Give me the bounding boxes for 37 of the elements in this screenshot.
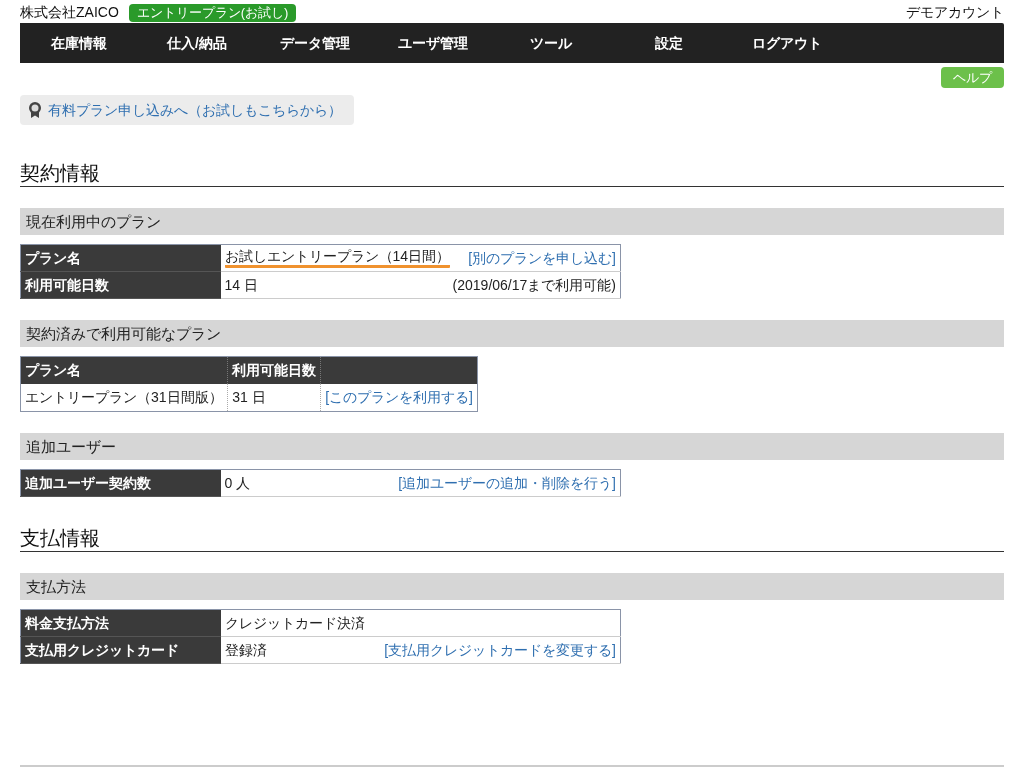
nav-item[interactable]: ログアウト: [728, 32, 846, 54]
row-value: クレジットカード決済: [224, 613, 365, 633]
action-link[interactable]: [支払用クレジットカードを変更する]: [384, 639, 616, 661]
row-label: 料金支払方法: [20, 609, 221, 637]
column-header: 利用可能日数: [227, 356, 321, 384]
account-name: デモアカウント: [906, 3, 1004, 22]
row-label: 支払用クレジットカード: [20, 636, 221, 664]
row-value: 0 人: [224, 473, 251, 493]
action-link[interactable]: [別のプランを申し込む]: [468, 247, 616, 269]
column-header: プラン名: [20, 356, 228, 384]
nav-item[interactable]: 設定: [610, 32, 728, 54]
nav-item[interactable]: データ管理: [256, 32, 374, 54]
table-cell: 31 日: [227, 383, 321, 412]
row-label: 追加ユーザー契約数: [20, 469, 221, 497]
nav-item[interactable]: 在庫情報: [20, 32, 138, 54]
action-link[interactable]: [追加ユーザーの追加・削除を行う]: [398, 472, 616, 494]
subsection-bar: 追加ユーザー: [20, 433, 1004, 460]
upgrade-link[interactable]: 有料プラン申し込みへ（お試しもこちらから）: [20, 95, 354, 125]
section-heading: 契約情報: [20, 160, 1004, 187]
row-value: お試しエントリープラン（14日間）: [224, 248, 451, 268]
subsection-bar: 契約済みで利用可能なプラン: [20, 320, 1004, 347]
row-label: 利用可能日数: [20, 271, 221, 299]
nav-item[interactable]: 仕入/納品: [138, 32, 256, 54]
action-link[interactable]: [このプランを利用する]: [325, 388, 473, 405]
row-value: 14 日: [224, 275, 258, 295]
availability-note: (2019/06/17まで利用可能): [452, 275, 616, 295]
nav-item[interactable]: ツール: [492, 32, 610, 54]
row-value: 登録済: [224, 640, 267, 660]
subsection-bar: 支払方法: [20, 573, 1004, 600]
award-ribbon-icon: [28, 101, 42, 119]
subsection-bar: 現在利用中のプラン: [20, 208, 1004, 235]
row-label: プラン名: [20, 244, 221, 272]
plan-badge: エントリープラン(お試し): [128, 3, 297, 22]
section-heading: 支払情報: [20, 525, 1004, 552]
nav-item[interactable]: ユーザ管理: [374, 32, 492, 54]
company-name: 株式会社ZAICO: [20, 3, 119, 22]
table-cell: エントリープラン（31日間版）: [20, 383, 228, 412]
